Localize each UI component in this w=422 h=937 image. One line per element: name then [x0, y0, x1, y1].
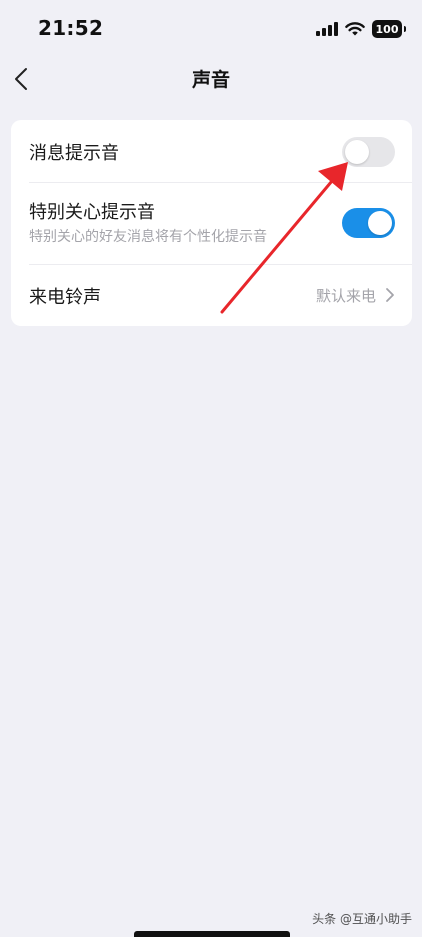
special-care-tone-row: 特别关心提示音 特别关心的好友消息将有个性化提示音 [11, 182, 412, 264]
special-care-tone-toggle[interactable] [342, 208, 395, 238]
toggle-knob [368, 211, 392, 235]
ringtone-label: 来电铃声 [29, 287, 101, 308]
message-tone-toggle[interactable] [342, 137, 395, 167]
battery-icon: 100 [372, 20, 406, 38]
special-care-tone-description: 特别关心的好友消息将有个性化提示音 [29, 229, 267, 245]
signal-icon [316, 22, 338, 36]
battery-level: 100 [375, 22, 399, 36]
ringtone-row[interactable]: 来电铃声 默认来电 [11, 264, 412, 326]
page-title: 声音 [191, 69, 230, 91]
ringtone-value: 默认来电 [315, 287, 376, 305]
toggle-knob [345, 140, 369, 164]
status-time: 21:52 [38, 16, 104, 40]
message-tone-label: 消息提示音 [29, 143, 119, 164]
status-bar: 21:52 100 [0, 0, 422, 56]
watermark: 头条 @互通小助手 [312, 912, 412, 926]
nav-bar: 声音 [0, 56, 422, 102]
message-tone-row: 消息提示音 [11, 120, 412, 182]
wifi-icon [345, 21, 365, 35]
home-indicator[interactable] [134, 931, 290, 937]
special-care-tone-label: 特别关心提示音 [29, 202, 155, 223]
chevron-right-icon [386, 288, 394, 302]
status-icons: 100 [316, 18, 406, 40]
sound-settings-card: 消息提示音 特别关心提示音 特别关心的好友消息将有个性化提示音 来电铃声 默认来… [11, 120, 412, 326]
